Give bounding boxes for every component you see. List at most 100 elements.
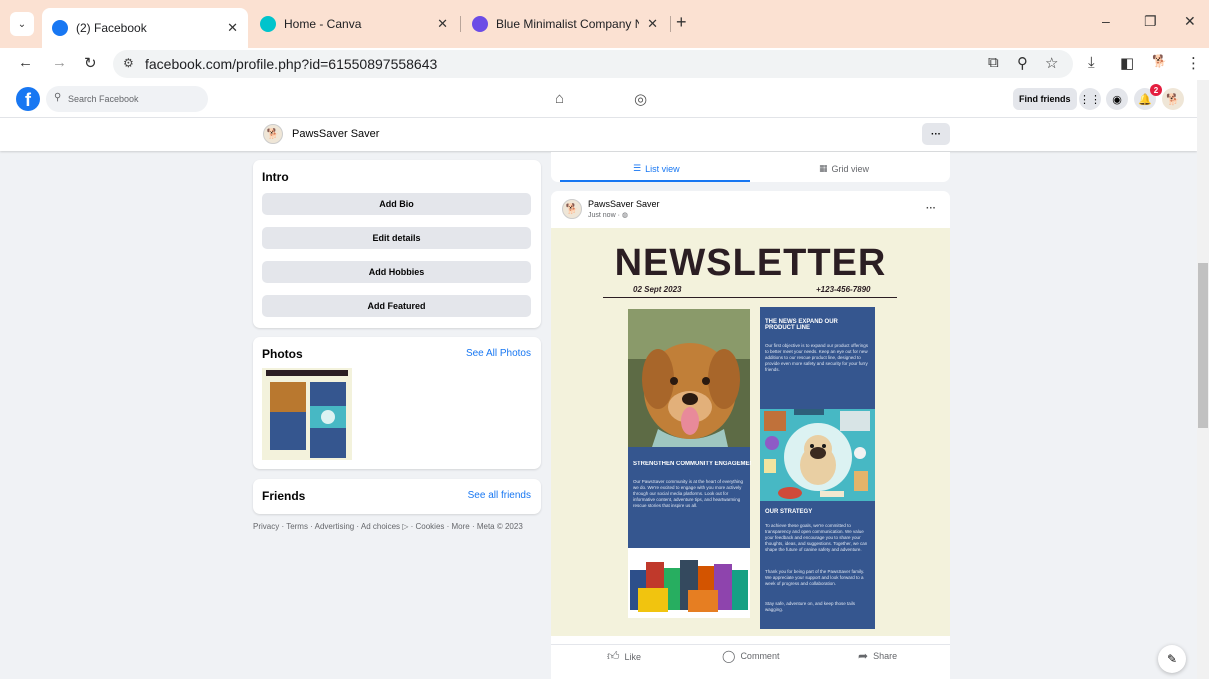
- tab-separator: [460, 16, 461, 32]
- newsletter-panel-products: THE NEWS EXPAND OUR PRODUCT LINE Our fir…: [760, 307, 875, 409]
- comment-button[interactable]: ◯ Comment: [722, 649, 779, 663]
- home-icon[interactable]: ⌂: [555, 90, 564, 107]
- tab-list-view[interactable]: ☰ List view: [633, 163, 680, 174]
- see-all-friends-link[interactable]: See all friends: [468, 490, 531, 501]
- tab-canva[interactable]: Home - Canva ✕: [250, 8, 458, 40]
- post-options-icon[interactable]: ···: [926, 203, 936, 214]
- tab-title: Blue Minimalist Company New: [496, 17, 640, 31]
- share-button[interactable]: ➦ Share: [858, 649, 897, 663]
- button-label: Add Featured: [367, 301, 426, 311]
- button-label: Add Bio: [379, 199, 414, 209]
- list-icon: ☰: [633, 163, 642, 173]
- facebook-favicon-icon: [52, 20, 68, 36]
- facebook-logo-icon[interactable]: f: [16, 87, 40, 111]
- section-body: To achieve these goals, we're committed …: [765, 523, 868, 552]
- canva-design-favicon-icon: [472, 16, 488, 32]
- search-icon: ⚲: [54, 92, 62, 103]
- browser-toolbar: ← → ↻ ⚙ facebook.com/profile.php?id=6155…: [0, 48, 1209, 80]
- post-actions-bar: 👍︎ Like ◯ Comment ➦ Share: [551, 644, 950, 666]
- add-hobbies-button[interactable]: Add Hobbies: [262, 261, 531, 283]
- site-settings-icon[interactable]: ⚙: [123, 56, 134, 70]
- newsletter-panel-community: STRENGTHEN COMMUNITY ENGAGEMENT Our Paws…: [628, 447, 751, 548]
- tab-separator: [670, 16, 671, 32]
- account-avatar[interactable]: 🐕: [1162, 88, 1184, 110]
- restore-icon[interactable]: ❐: [1144, 13, 1157, 30]
- see-all-photos-link[interactable]: See All Photos: [466, 348, 531, 359]
- like-button[interactable]: 👍︎ Like: [607, 649, 641, 664]
- facebook-header: f ⚲ Search Facebook ⌂ ◎ Find friends ⋮⋮ …: [0, 80, 1197, 118]
- tab-facebook[interactable]: (2) Facebook ✕: [42, 8, 248, 48]
- edit-details-button[interactable]: Edit details: [262, 227, 531, 249]
- newsletter-thumbnail-image: [262, 368, 352, 460]
- cast-icon[interactable]: ⧉: [988, 54, 999, 71]
- groups-icon[interactable]: ◎: [634, 90, 647, 108]
- address-url: facebook.com/profile.php?id=615508975586…: [145, 56, 438, 72]
- globe-icon: ◍: [621, 212, 628, 219]
- close-window-icon[interactable]: ✕: [1184, 13, 1196, 30]
- button-label: Edit details: [372, 233, 421, 243]
- profile-avatar[interactable]: 🐕: [263, 124, 283, 144]
- new-tab-plus-icon[interactable]: +: [676, 12, 687, 33]
- tab-label: List view: [645, 163, 680, 174]
- messenger-icon[interactable]: ◉: [1106, 88, 1128, 110]
- browser-tab-strip: ⌄ (2) Facebook ✕ Home - Canva ✕ Blue Min…: [0, 0, 1209, 48]
- grid-icon: ▦: [819, 163, 828, 173]
- tab-newsletter[interactable]: Blue Minimalist Company New ✕: [462, 8, 668, 40]
- close-tab-icon[interactable]: ✕: [227, 20, 238, 36]
- find-friends-button[interactable]: Find friends: [1013, 88, 1077, 110]
- side-panel-icon[interactable]: ◧: [1120, 54, 1134, 72]
- tab-title: Home - Canva: [284, 17, 362, 31]
- post-timestamp[interactable]: Just now · ◍: [588, 211, 628, 219]
- search-input[interactable]: ⚲ Search Facebook: [46, 86, 208, 112]
- section-body: Stay safe, adventure on, and keep those …: [765, 601, 856, 612]
- browser-menu-icon[interactable]: ⋮: [1186, 54, 1201, 72]
- forward-arrow-icon[interactable]: →: [52, 54, 67, 71]
- bookmark-star-icon[interactable]: ☆: [1045, 54, 1058, 72]
- notification-badge: 2: [1150, 84, 1162, 96]
- canva-favicon-icon: [260, 16, 276, 32]
- zoom-icon[interactable]: ⚲: [1017, 54, 1028, 72]
- section-body: Our PawsSaver community is at the heart …: [633, 479, 744, 508]
- pet-food-bags-photo: [628, 548, 750, 618]
- section-heading: THE NEWS EXPAND OUR PRODUCT LINE: [765, 319, 838, 331]
- comment-bubble-icon: ◯: [722, 649, 736, 663]
- minimize-icon[interactable]: –: [1102, 13, 1110, 29]
- post-time-text: Just now ·: [588, 212, 620, 219]
- menu-grid-icon[interactable]: ⋮⋮: [1079, 88, 1101, 110]
- add-bio-button[interactable]: Add Bio: [262, 193, 531, 215]
- newsletter-panel-strategy: OUR STRATEGY To achieve these goals, we'…: [760, 501, 875, 629]
- newsletter-phone: +123-456-7890: [816, 285, 871, 294]
- newsletter-image[interactable]: NEWSLETTER 02 Sept 2023 +123-456-7890 ST…: [551, 228, 950, 636]
- close-tab-icon[interactable]: ✕: [647, 16, 658, 32]
- search-placeholder: Search Facebook: [68, 94, 139, 104]
- add-featured-button[interactable]: Add Featured: [262, 295, 531, 317]
- post-card: 🐕 PawsSaver Saver Just now · ◍ ··· NEWSL…: [551, 191, 950, 679]
- address-bar[interactable]: ⚙ facebook.com/profile.php?id=6155089755…: [113, 50, 1073, 78]
- new-message-compose-icon[interactable]: ✎: [1158, 645, 1186, 673]
- download-icon[interactable]: ⤓: [1088, 54, 1095, 71]
- tab-search-menu-icon[interactable]: ⌄: [10, 12, 34, 36]
- profile-sticky-bar: 🐕 PawsSaver Saver ···: [0, 118, 1197, 151]
- scrollbar-thumb[interactable]: [1198, 263, 1208, 428]
- post-author-name[interactable]: PawsSaver Saver: [588, 199, 660, 209]
- post-author-avatar[interactable]: 🐕: [562, 199, 582, 219]
- profile-more-button[interactable]: ···: [922, 123, 950, 145]
- action-label: Comment: [740, 651, 780, 661]
- back-arrow-icon[interactable]: ←: [18, 54, 33, 71]
- photos-title: Photos: [262, 347, 303, 361]
- tab-title: (2) Facebook: [76, 21, 147, 35]
- footer-links[interactable]: Privacy · Terms · Advertising · Ad choic…: [253, 522, 523, 531]
- section-body: Our first objective is to expand our pro…: [765, 343, 868, 372]
- profile-name[interactable]: PawsSaver Saver: [292, 128, 379, 140]
- section-heading: OUR STRATEGY: [765, 509, 813, 515]
- newsletter-title: NEWSLETTER: [614, 242, 887, 284]
- close-tab-icon[interactable]: ✕: [437, 16, 448, 32]
- profile-avatar-icon[interactable]: 🐕: [1152, 54, 1167, 68]
- view-tabs: ☰ List view ▦ Grid view: [551, 152, 950, 182]
- button-label: Add Hobbies: [368, 267, 425, 277]
- photo-thumbnail[interactable]: [262, 368, 352, 460]
- reload-icon[interactable]: ↻: [84, 54, 97, 72]
- section-body: Thank you for being part of the PawsSave…: [765, 569, 865, 586]
- tab-grid-view[interactable]: ▦ Grid view: [819, 163, 869, 174]
- friends-card: Friends See all friends: [253, 479, 541, 514]
